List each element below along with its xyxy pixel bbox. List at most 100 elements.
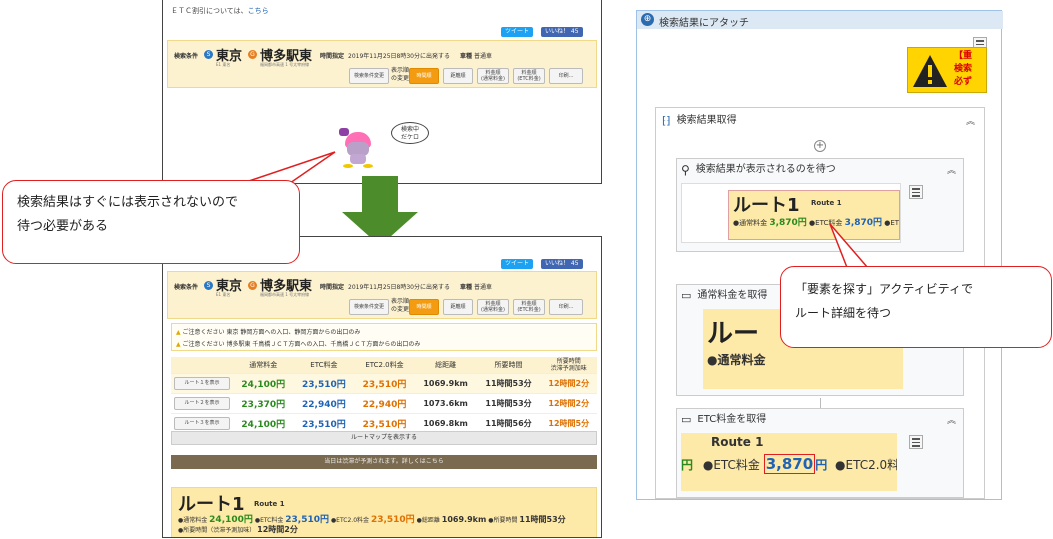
display-order-label-2: 表示順 の変更 (391, 298, 410, 313)
col-header-blank (171, 357, 233, 374)
display-order-label: 表示順 の変更 (391, 67, 410, 82)
duration-jam: 12時間5分 (540, 413, 597, 434)
etc-fee-highlight: 3,870 (763, 454, 816, 474)
col-header-etc: ETC料金 (293, 357, 355, 374)
like-button-2[interactable]: いいね！ 45 (541, 259, 583, 269)
show-route-3-button[interactable]: ルート３を表示 (174, 416, 230, 430)
etc-fee: 23,510円 (293, 413, 355, 434)
etc-fee: 22,940円 (293, 393, 355, 414)
distance: 1073.6km (414, 393, 477, 414)
sort-time-button-2[interactable]: 時間順 (409, 299, 439, 315)
etc-note: ＥＴＣ割引については、 (171, 7, 248, 15)
get-results-header: ⁅⁆ 検索結果取得 (662, 112, 737, 130)
right-callout: 「要素を探す」アクティビティで ルート詳細を待つ (780, 266, 1052, 348)
distance: 1069.8km (414, 413, 477, 434)
etc2-fee: 23,510円 (354, 373, 415, 394)
results-screenshot: ツイート いいね！ 45 検索条件 S 東京 G 博多駅東 E1 東名 福岡都市… (162, 236, 602, 538)
notice-1: ▲ ご注意ください 東京 静岡方面への入口、静岡方面からの出口のみ (176, 329, 361, 336)
col-header-time-jam: 所要時間 渋滞予測加味 (540, 357, 597, 374)
collapse-icon[interactable]: ︽ (947, 163, 956, 176)
time-value: 2019年11月25日8時30分に出発する (348, 53, 450, 60)
from-badge-2: S (204, 281, 213, 290)
time-label-2: 時間指定 (320, 284, 345, 291)
route-subtitle: Route 1 (254, 500, 285, 508)
attach-title: 検索結果にアタッチ (659, 18, 749, 29)
loading-bubble: 検索中 だケロ (391, 122, 429, 144)
warning-triangle-icon (913, 55, 947, 87)
sort-etc-fee-button-2[interactable]: 料金順 (ETC料金) (513, 299, 545, 315)
wait-route-sub: Route 1 (811, 199, 842, 207)
time-value-2: 2019年11月25日8時30分に出発する (348, 284, 450, 291)
tweet-button[interactable]: ツイート (501, 27, 534, 37)
etc-fee-title: ETC料金を取得 (697, 414, 767, 425)
sort-normal-fee-button[interactable]: 料金順 (通常料金) (477, 68, 509, 84)
wait-menu-icon[interactable] (909, 185, 923, 199)
duration: 11時間56分 (476, 413, 541, 434)
wait-activity: ⚲ 検索結果が表示されるのを待つ ︽ ルート1 Route 1 ●通常料金 3,… (676, 158, 964, 252)
etc2-fee: 23,510円 (354, 413, 415, 434)
from-sub: E1 東名 (216, 62, 231, 67)
search-icon: ⚲ (681, 163, 690, 177)
like-button[interactable]: いいね！ 45 (541, 27, 583, 37)
time-label: 時間指定 (320, 53, 345, 60)
etc-fee-preview: Route 1 円 ●ETC料金 3,870 円 ●ETC2.0料 (681, 433, 897, 491)
warning-banner: 【重 検索 必ず (907, 47, 987, 93)
table-row: ルート３を表示 24,100円 23,510円 23,510円 1069.8km… (171, 413, 597, 434)
etc2-fee: 22,940円 (354, 393, 415, 414)
duration: 11時間53分 (476, 373, 541, 394)
duration-jam: 12時間2分 (540, 393, 597, 414)
change-conditions-button[interactable]: 検索条件変更 (349, 68, 389, 84)
print-button[interactable]: 印刷... (549, 68, 583, 84)
warning-text: 【重 検索 必ず (954, 51, 973, 87)
tweet-button-2[interactable]: ツイート (501, 259, 534, 269)
vehicle-value-2: 普通車 (474, 284, 493, 291)
to-sub: 福岡都市高速 1 号太宰府線 (260, 62, 310, 67)
left-callout: 検索結果はすぐには表示されないので 待つ必要がある (2, 180, 300, 264)
collapse-icon[interactable]: ︽ (947, 413, 956, 426)
add-activity-icon[interactable]: + (814, 140, 826, 152)
route-detail-panel: ルート1 Route 1 ●通常料金 24,100円 ●ETC料金 23,510… (171, 487, 597, 537)
etc-fee-activity: ▭ ETC料金を取得 ︽ Route 1 円 ●ETC料金 3,870 円 ●ET… (676, 408, 964, 498)
goal-badge: G (248, 50, 257, 59)
vehicle-label-2: 車種 (460, 284, 473, 291)
from-badge: S (204, 50, 213, 59)
normal-fee: 24,100円 (233, 413, 294, 434)
normal-fee-title: 通常料金を取得 (697, 290, 768, 301)
print-button-2[interactable]: 印刷... (549, 299, 583, 315)
show-route-2-button[interactable]: ルート２を表示 (174, 396, 230, 410)
change-conditions-button-2[interactable]: 検索条件変更 (349, 299, 389, 315)
sequence-icon: ⁅⁆ (662, 114, 671, 127)
notice-box: ▲ ご注意ください 東京 静岡方面への入口、静岡方面からの出口のみ ▲ ご注意く… (171, 323, 597, 351)
from-sub-2: E1 東名 (216, 292, 231, 297)
vehicle-value: 普通車 (474, 53, 493, 60)
vehicle-label: 車種 (460, 53, 473, 60)
table-row: ルート１を表示 24,100円 23,510円 23,510円 1069.9km… (171, 373, 597, 394)
wait-route-title: ルート1 (733, 195, 800, 216)
notice-2: ▲ ご注意ください 博多駅東 千鳥橋ＪＣＴ方面への入口、千鳥橋ＪＣＴ方面からの出… (176, 341, 421, 348)
sort-distance-button-2[interactable]: 距離順 (443, 299, 473, 315)
col-header-time: 所要時間 (476, 357, 541, 374)
route-jam-line: ●所要時間（渋滞予測加味） 12時間2分 (178, 525, 298, 534)
goal-badge-2: G (248, 281, 257, 290)
search-label-2: 検索条件 (174, 284, 199, 291)
etc-menu-icon[interactable] (909, 435, 923, 449)
duration: 11時間53分 (476, 393, 541, 414)
show-route-1-button[interactable]: ルート１を表示 (174, 376, 230, 390)
results-table: 通常料金 ETC料金 ETC2.0料金 総距離 所要時間 所要時間 渋滞予測加味… (171, 357, 597, 434)
wait-title: 検索結果が表示されるのを待つ (695, 164, 836, 175)
sort-etc-fee-button[interactable]: 料金順 (ETC料金) (513, 68, 545, 84)
normal-fee-big: ルー (707, 319, 760, 349)
etc-link[interactable]: こちら (248, 7, 269, 15)
sort-time-button[interactable]: 時間順 (409, 68, 439, 84)
table-row: ルート２を表示 23,370円 22,940円 22,940円 1073.6km… (171, 393, 597, 414)
etc-route-sub: Route 1 (711, 435, 764, 449)
search-label: 検索条件 (174, 53, 199, 60)
collapse-icon[interactable]: ︽ (966, 114, 975, 127)
duration-jam: 12時間2分 (540, 373, 597, 394)
route-map-button[interactable]: ルートマップを表示する (171, 431, 597, 445)
sort-normal-fee-button-2[interactable]: 料金順 (通常料金) (477, 299, 509, 315)
screen-icon: ▭ (681, 413, 692, 426)
sort-distance-button[interactable]: 距離順 (443, 68, 473, 84)
col-header-distance: 総距離 (414, 357, 477, 374)
traffic-jam-bar[interactable]: 当日は渋滞が予測されます。詳しくはこちら (171, 455, 597, 469)
